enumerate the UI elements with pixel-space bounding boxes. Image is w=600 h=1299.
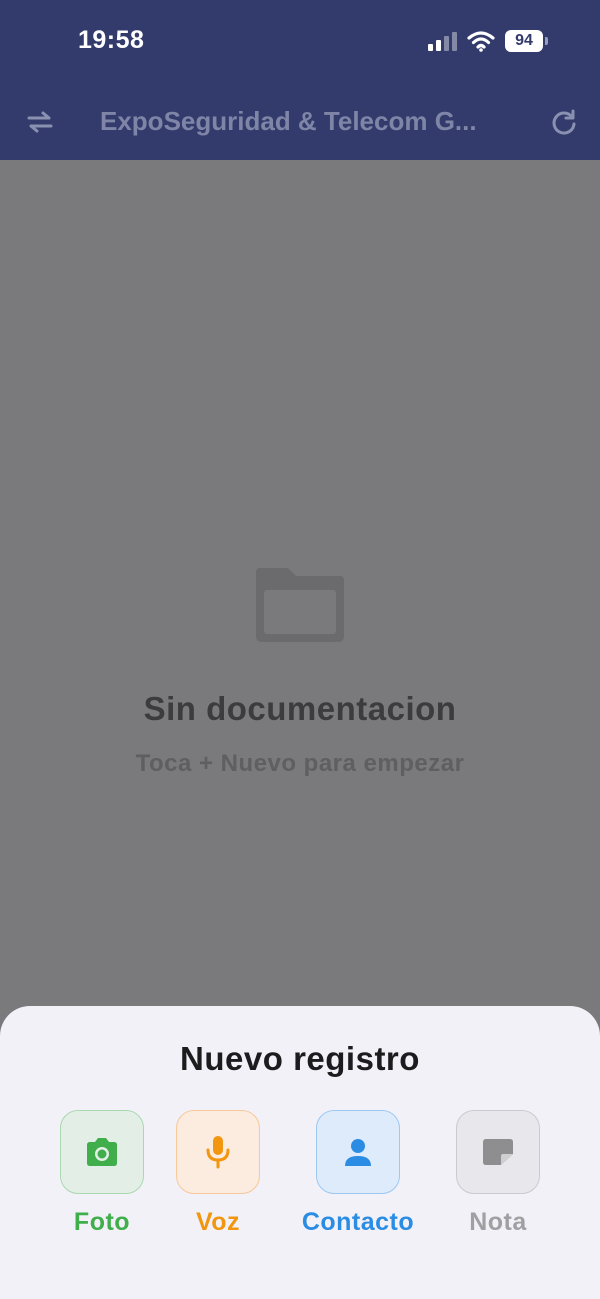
new-record-sheet: Nuevo registro Foto Voz Contacto Nota	[0, 1006, 600, 1299]
top-bar: 19:58 94 ExpoSeguridad & Telecom G...	[0, 0, 600, 160]
note-label: Nota	[469, 1208, 527, 1236]
refresh-icon[interactable]	[548, 106, 580, 138]
contact-label: Contacto	[301, 1208, 415, 1236]
status-time: 19:58	[78, 26, 145, 54]
empty-state-title: Sin documentacion	[143, 690, 457, 727]
microphone-icon	[206, 1136, 230, 1169]
swap-arrows-icon[interactable]	[24, 108, 56, 136]
note-icon	[483, 1139, 513, 1165]
nav-bar: ExpoSeguridad & Telecom G...	[0, 90, 600, 154]
cellular-signal-icon	[428, 31, 457, 51]
person-icon	[345, 1139, 371, 1166]
empty-state-subtitle: Toca + Nuevo para empezar	[135, 750, 465, 777]
camera-icon	[87, 1138, 117, 1166]
folder-icon	[256, 568, 344, 642]
wifi-icon	[467, 31, 495, 52]
sheet-title: Nuevo registro	[180, 1040, 420, 1077]
photo-button[interactable]	[60, 1110, 144, 1194]
status-indicators: 94	[428, 26, 548, 56]
voice-button[interactable]	[176, 1110, 260, 1194]
contact-button[interactable]	[316, 1110, 400, 1194]
battery-icon: 94	[505, 30, 548, 52]
page-title: ExpoSeguridad & Telecom G...	[100, 106, 477, 136]
note-button[interactable]	[456, 1110, 540, 1194]
voice-label: Voz	[195, 1208, 241, 1236]
battery-level: 94	[505, 30, 543, 52]
empty-state: Sin documentacion Toca + Nuevo para empe…	[0, 560, 600, 778]
